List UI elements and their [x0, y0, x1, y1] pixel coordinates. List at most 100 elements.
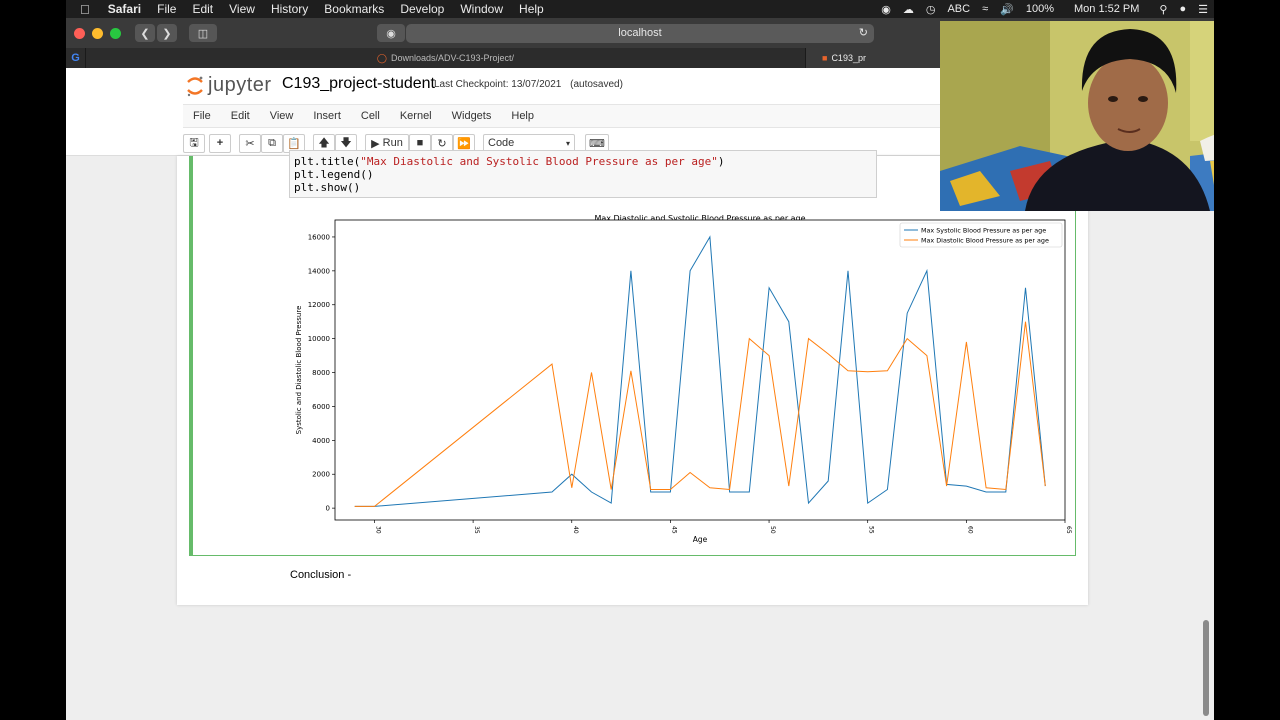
jupyter-menu-edit[interactable]: Edit — [221, 110, 260, 122]
save-button[interactable]: 🖫 — [183, 133, 205, 153]
sidebar-icon: ◫ — [197, 27, 209, 40]
sidebar-toggle-button[interactable]: ◫ — [189, 24, 217, 42]
y-tick-label: 8000 — [312, 369, 330, 377]
chart-legend: Max Systolic Blood Pressure as per age M… — [899, 222, 1063, 248]
code-line: plt.legend() — [294, 168, 374, 181]
code-cell-selected[interactable]: plt.title("Max Diastolic and Systolic Bl… — [189, 150, 1076, 556]
cell-type-value: Code — [488, 137, 515, 149]
legend-label-systolic: Max Systolic Blood Pressure as per age — [921, 227, 1046, 235]
menubar-app-name[interactable]: Safari — [100, 2, 149, 16]
markdown-cell[interactable]: Conclusion - — [290, 569, 351, 581]
google-icon[interactable]: G — [66, 48, 86, 68]
y-tick-label: 14000 — [308, 267, 330, 275]
copy-button[interactable]: ⧉ — [261, 133, 283, 153]
mac-menubar:  Safari File Edit View History Bookmark… — [66, 0, 1214, 18]
notebook-title[interactable]: C193_project-student — [282, 75, 435, 93]
close-window-button[interactable] — [74, 27, 85, 39]
checkpoint-status: Last Checkpoint: 13/07/2021 (autosaved) — [434, 79, 623, 90]
x-tick-label: 35 — [473, 526, 480, 534]
forward-button[interactable]: ❯ — [157, 24, 177, 42]
apple-icon[interactable]:  — [66, 2, 100, 17]
code-editor[interactable]: plt.title("Max Diastolic and Systolic Bl… — [289, 150, 877, 198]
x-tick-label: 55 — [868, 526, 875, 534]
webcam-person-image — [940, 21, 1214, 211]
y-tick-label: 6000 — [312, 403, 330, 411]
cut-button[interactable]: ✂ — [239, 133, 261, 153]
x-axis-label: Age — [693, 535, 708, 544]
run-label: Run — [382, 137, 403, 149]
menubar-status-area: ◉ ☁ ◷ ABC ≈ 🔊 100% Mon 1:52 PM ⚲ ● ☰ — [875, 0, 1214, 18]
stop-icon: ■ — [416, 137, 424, 149]
tab-label: C193_pr — [831, 53, 866, 63]
code-line: plt.show() — [294, 181, 361, 194]
plus-icon: + — [216, 137, 224, 149]
jupyter-menu-help[interactable]: Help — [501, 110, 544, 122]
chart-output: Max Diastolic and Systolic Blood Pressur… — [295, 214, 1072, 544]
battery-percent[interactable]: 100% — [1020, 3, 1060, 15]
y-axis-label: Systolic and Diastolic Blood Pressure — [295, 306, 303, 435]
tab-downloads[interactable]: ◯ Downloads/ADV-C193-Project/ — [86, 48, 806, 68]
legend-label-diastolic: Max Diastolic Blood Pressure as per age — [921, 237, 1049, 245]
menubar-item-history[interactable]: History — [263, 2, 316, 16]
search-icon[interactable]: ⚲ — [1153, 3, 1173, 16]
cloud-icon[interactable]: ☁ — [897, 3, 920, 16]
back-button[interactable]: ❮ — [135, 24, 155, 42]
menubar-item-develop[interactable]: Develop — [392, 2, 452, 16]
jupyter-menu-kernel[interactable]: Kernel — [390, 110, 442, 122]
clock-history-icon[interactable]: ◷ — [920, 3, 942, 16]
autosave-text: (autosaved) — [570, 79, 623, 90]
privacy-report-button[interactable]: ◉ — [377, 24, 405, 42]
jupyter-menu-file[interactable]: File — [183, 110, 221, 122]
wifi-icon[interactable]: ≈ — [976, 3, 994, 15]
minimize-window-button[interactable] — [92, 27, 103, 39]
copy-icon: ⧉ — [268, 136, 276, 149]
notebook-favicon-icon: ■ — [822, 53, 828, 63]
x-axis-ticks: 30 35 40 45 50 55 60 65 — [374, 520, 1072, 534]
insert-cell-button[interactable]: + — [209, 133, 231, 153]
jupyter-menu-view[interactable]: View — [260, 110, 304, 122]
tab-label: Downloads/ADV-C193-Project/ — [391, 53, 515, 63]
menubar-item-file[interactable]: File — [149, 2, 184, 16]
page-scrollbar[interactable] — [1203, 620, 1209, 716]
x-tick-label: 40 — [572, 526, 579, 534]
x-tick-label: 50 — [769, 526, 776, 534]
shield-icon: ◉ — [386, 27, 396, 40]
input-source[interactable]: ABC — [941, 3, 976, 15]
y-tick-label: 12000 — [308, 301, 330, 309]
jupyter-menu-cell[interactable]: Cell — [351, 110, 390, 122]
y-axis-ticks: 0 2000 4000 6000 8000 10000 12000 14000 16000 — [308, 233, 335, 513]
menubar-item-window[interactable]: Window — [452, 2, 511, 16]
code-token: plt.title( — [294, 155, 361, 168]
chevron-left-icon: ❮ — [140, 27, 150, 40]
zoom-window-button[interactable] — [110, 27, 121, 39]
jupyter-logo-icon — [187, 76, 203, 96]
jupyter-logo[interactable]: jupyter — [186, 74, 272, 97]
address-bar[interactable]: localhost ↻ — [406, 24, 874, 43]
menubar-clock[interactable]: Mon 1:52 PM — [1060, 3, 1153, 15]
menubar-item-bookmarks[interactable]: Bookmarks — [316, 2, 392, 16]
save-icon: 🖫 — [189, 136, 199, 149]
play-icon: ▶ — [371, 137, 380, 150]
menubar-item-edit[interactable]: Edit — [184, 2, 221, 16]
menubar-item-view[interactable]: View — [221, 2, 263, 16]
code-string-token: "Max Diastolic and Systolic Blood Pressu… — [360, 155, 718, 168]
stop-icon[interactable]: ◉ — [875, 3, 897, 16]
volume-icon[interactable]: 🔊 — [994, 3, 1020, 16]
y-tick-label: 0 — [326, 505, 330, 513]
x-tick-label: 60 — [966, 526, 973, 534]
y-tick-label: 16000 — [308, 233, 330, 241]
reload-icon[interactable]: ↻ — [859, 24, 868, 43]
y-tick-label: 10000 — [308, 335, 330, 343]
chevron-down-icon: ▾ — [565, 138, 570, 148]
control-center-icon[interactable]: ☰ — [1192, 3, 1214, 16]
address-text: localhost — [618, 27, 662, 39]
checkpoint-text: Last Checkpoint: 13/07/2021 — [434, 79, 562, 90]
keyboard-icon: ⌨ — [589, 137, 605, 150]
fast-forward-icon: ⏩ — [457, 137, 471, 150]
y-tick-label: 4000 — [312, 437, 330, 445]
jupyter-menu-widgets[interactable]: Widgets — [442, 110, 502, 122]
x-tick-label: 65 — [1065, 526, 1072, 534]
menubar-item-help[interactable]: Help — [511, 2, 552, 16]
siri-icon[interactable]: ● — [1173, 3, 1192, 15]
jupyter-menu-insert[interactable]: Insert — [303, 110, 351, 122]
